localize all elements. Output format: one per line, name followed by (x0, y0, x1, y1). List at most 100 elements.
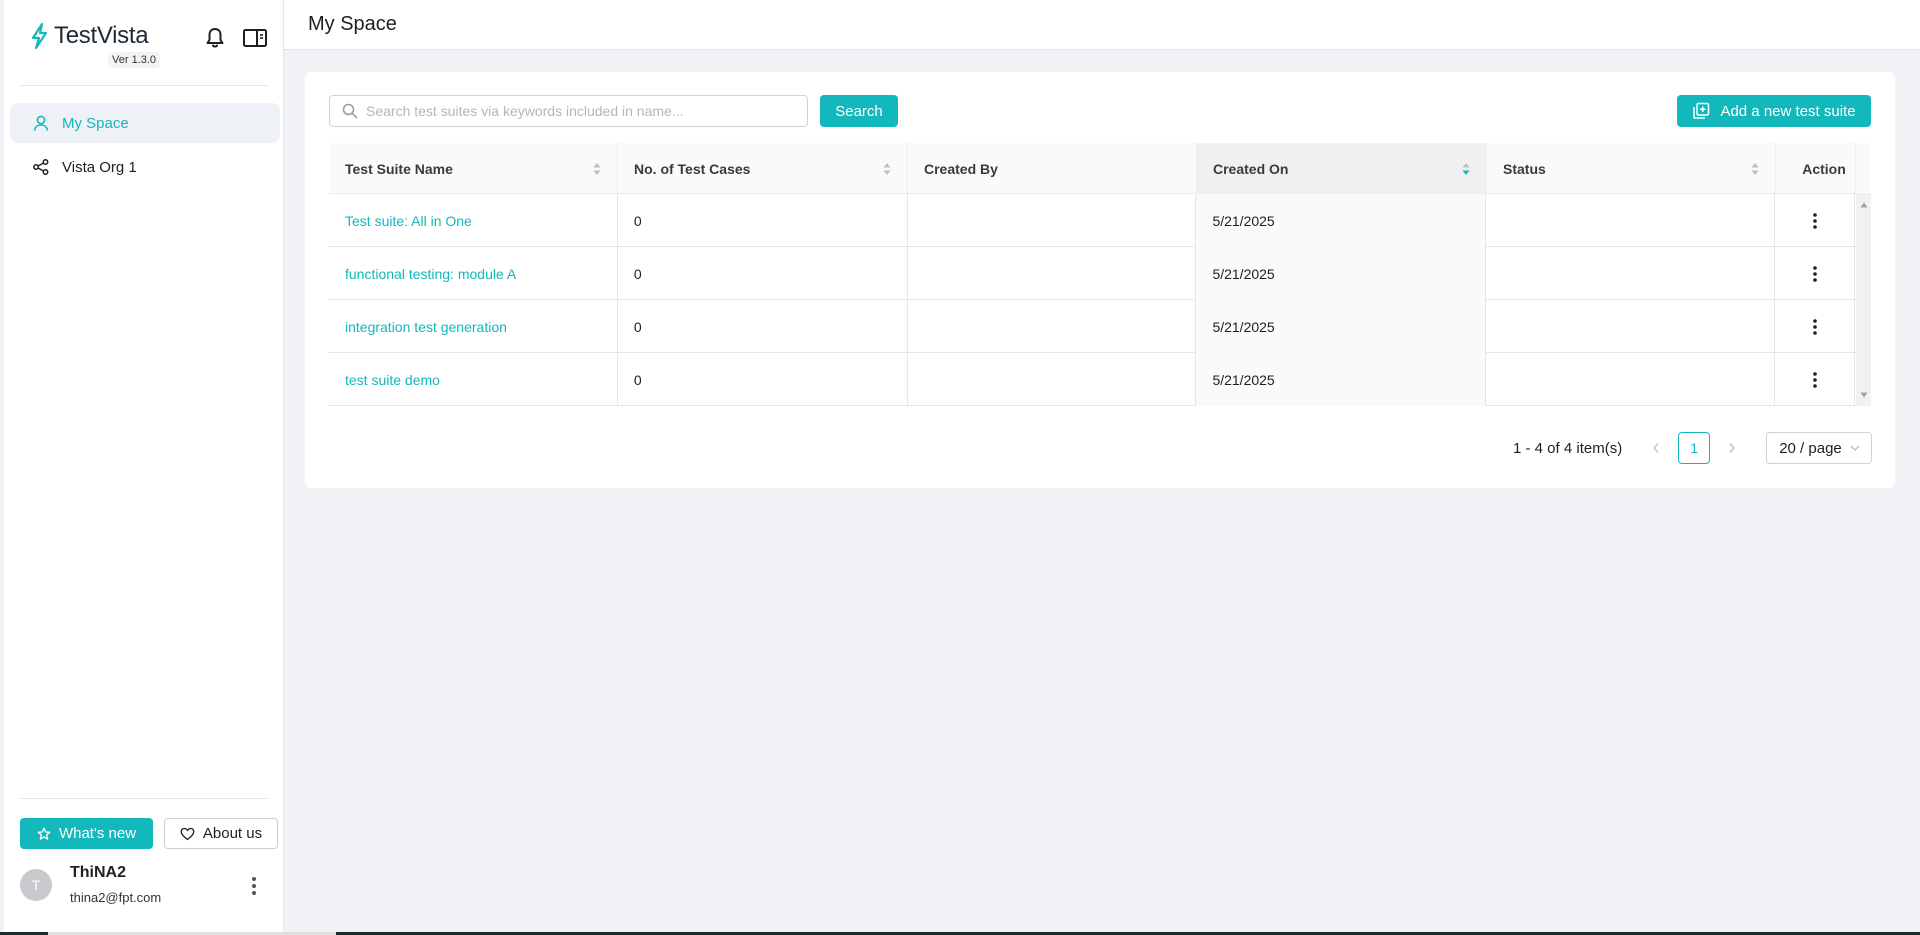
pagination-range: 1 - 4 of 4 item(s) (1513, 439, 1623, 457)
column-label: Created By (924, 160, 998, 177)
table-body: Test suite: All in One 0 5/21/2025 funct… (329, 194, 1871, 406)
table-row: test suite demo 0 5/21/2025 (329, 353, 1871, 406)
testvista-logo-icon (31, 22, 48, 50)
page-size-value: 20 / page (1779, 439, 1842, 457)
column-header-action: Action (1776, 143, 1856, 194)
sort-icon (1751, 163, 1759, 175)
sidebar: TestVista Ver 1.3.0 My Space Vista Org 1… (0, 0, 284, 932)
add-copy-icon (1693, 102, 1710, 119)
whats-new-button[interactable]: What's new (20, 818, 153, 849)
cell-test-cases: 0 (618, 247, 908, 300)
test-suite-table: Test Suite Name No. of Test Cases Create… (329, 143, 1871, 406)
user-name: ThiNA2 (70, 864, 126, 881)
more-vertical-icon[interactable] (1807, 317, 1823, 337)
heart-icon (180, 827, 195, 840)
sidebar-item-vista-org-1[interactable]: Vista Org 1 (10, 147, 280, 187)
sidebar-divider (20, 798, 268, 799)
sidebar-item-my-space[interactable]: My Space (10, 103, 280, 143)
cell-test-suite-name: integration test generation (329, 300, 618, 353)
app-name: TestVista (54, 22, 149, 49)
search-icon (342, 103, 358, 119)
app-version: Ver 1.3.0 (108, 52, 161, 68)
table-scrollbar[interactable] (1856, 194, 1871, 406)
search-input[interactable] (366, 103, 786, 119)
cell-created-on: 5/21/2025 (1196, 353, 1487, 406)
more-vertical-icon[interactable] (1807, 370, 1823, 390)
add-test-suite-label: Add a new test suite (1720, 102, 1856, 120)
cell-created-on: 5/21/2025 (1196, 247, 1487, 300)
cell-test-cases: 0 (618, 194, 908, 247)
sidebar-item-label: Vista Org 1 (62, 158, 137, 176)
cell-test-suite-name: functional testing: module A (329, 247, 618, 300)
cell-test-cases: 0 (618, 353, 908, 406)
chevron-right-icon[interactable] (1716, 432, 1748, 464)
cell-action (1775, 247, 1855, 300)
about-us-label: About us (202, 825, 263, 842)
cell-status (1486, 300, 1776, 353)
column-label: Created On (1213, 160, 1289, 177)
scroll-down-icon[interactable] (1860, 392, 1868, 398)
cell-action (1775, 194, 1855, 247)
cell-test-suite-name: Test suite: All in One (329, 194, 618, 247)
column-label: Test Suite Name (345, 160, 453, 177)
column-header-created-by: Created By (908, 143, 1197, 194)
more-vertical-icon[interactable] (244, 874, 264, 898)
cell-status (1486, 247, 1776, 300)
cell-created-by (908, 300, 1197, 353)
bell-icon[interactable] (203, 26, 227, 50)
chevron-left-icon[interactable] (1640, 432, 1672, 464)
test-suite-link[interactable]: test suite demo (345, 372, 440, 388)
add-test-suite-button[interactable]: Add a new test suite (1677, 95, 1871, 127)
sort-descending-icon (1462, 163, 1470, 175)
cell-action (1775, 353, 1855, 406)
cell-created-by (908, 247, 1197, 300)
column-header-status[interactable]: Status (1487, 143, 1776, 194)
logo-row: TestVista Ver 1.3.0 (28, 20, 268, 76)
share-icon (33, 159, 49, 175)
column-label: Status (1503, 160, 1546, 177)
page-size-select[interactable]: 20 / page (1766, 432, 1873, 464)
whats-new-label: What's new (58, 825, 137, 842)
cell-test-cases: 0 (618, 300, 908, 353)
more-vertical-icon[interactable] (1807, 264, 1823, 284)
search-button[interactable]: Search (820, 95, 898, 127)
more-vertical-icon[interactable] (1807, 211, 1823, 231)
sidebar-divider (20, 85, 268, 86)
test-suite-card: Search Add a new test suite Test Suite N… (305, 72, 1895, 488)
cell-created-on: 5/21/2025 (1196, 300, 1487, 353)
column-label: Action (1802, 160, 1846, 177)
about-us-button[interactable]: About us (164, 818, 278, 849)
user-icon (33, 115, 49, 131)
app-logo[interactable]: TestVista (28, 22, 149, 50)
test-suite-link[interactable]: integration test generation (345, 319, 507, 335)
sort-icon (593, 163, 601, 175)
avatar[interactable]: T (20, 869, 52, 901)
page-title: My Space (308, 13, 397, 35)
cell-test-suite-name: test suite demo (329, 353, 618, 406)
test-suite-link[interactable]: functional testing: module A (345, 266, 516, 282)
table-row: functional testing: module A 0 5/21/2025 (329, 247, 1871, 300)
cell-status (1486, 353, 1776, 406)
column-header-created-on[interactable]: Created On (1197, 143, 1487, 194)
column-header-test-suite-name[interactable]: Test Suite Name (329, 143, 618, 194)
chevron-down-icon (1850, 445, 1860, 451)
sidebar-item-label: My Space (62, 114, 129, 132)
test-suite-link[interactable]: Test suite: All in One (345, 213, 472, 229)
user-email: thina2@fpt.com (70, 890, 162, 905)
column-header-no-of-test-cases[interactable]: No. of Test Cases (618, 143, 908, 194)
cell-created-by (908, 353, 1197, 406)
cell-status (1486, 194, 1776, 247)
cell-action (1775, 300, 1855, 353)
top-bar: My Space (284, 0, 1920, 50)
sidebar-toggle-icon[interactable] (242, 26, 268, 50)
star-icon (37, 827, 51, 840)
search-field[interactable] (329, 95, 808, 127)
scroll-up-icon[interactable] (1860, 202, 1868, 208)
sort-icon (883, 163, 891, 175)
table-row: integration test generation 0 5/21/2025 (329, 300, 1871, 353)
pagination: 1 - 4 of 4 item(s) 1 20 / page (1513, 432, 1873, 464)
column-label: No. of Test Cases (634, 160, 751, 177)
table-header: Test Suite Name No. of Test Cases Create… (329, 143, 1871, 194)
page-button-current[interactable]: 1 (1678, 432, 1711, 464)
table-row: Test suite: All in One 0 5/21/2025 (329, 194, 1871, 247)
